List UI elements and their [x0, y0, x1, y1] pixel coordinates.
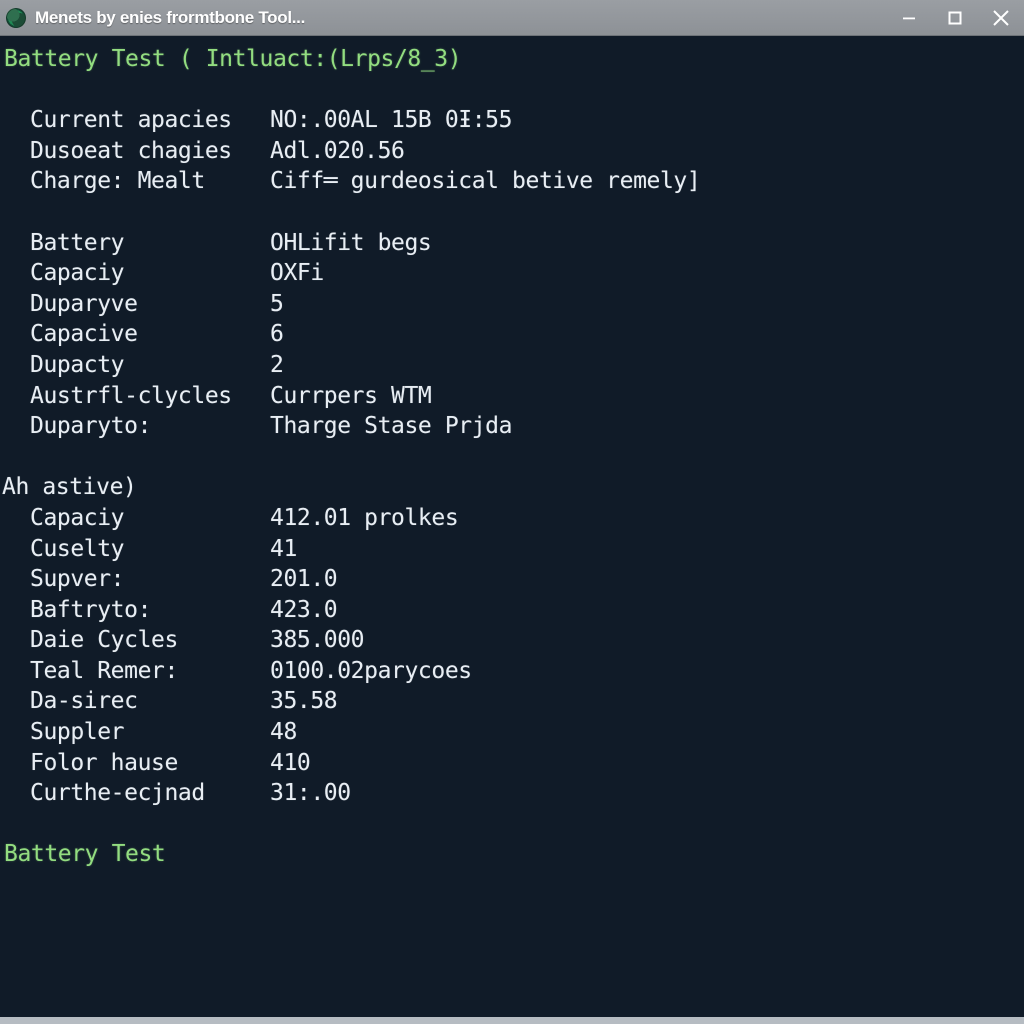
console-row: Austrfl-clycles Currpers WTM: [0, 381, 1024, 412]
row-label: Battery: [30, 229, 125, 256]
row-label: Daie Cycles: [30, 627, 178, 654]
minimize-button[interactable]: [886, 0, 932, 36]
row-value: Ciff═ gurdeosical betive remely]: [270, 168, 701, 195]
row-value: Tharge Stase Prjda: [270, 413, 513, 440]
row-label: Baftryto:: [30, 596, 152, 623]
row-value: 5: [270, 290, 284, 317]
row-label: Austrfl-clycles: [30, 382, 232, 409]
minimize-icon: [899, 8, 919, 28]
console-row: Folor hause 410: [0, 748, 1024, 779]
title-bar[interactable]: Menets by enies frormtbone Tool...: [0, 0, 1024, 36]
console-footer-text: Battery Test: [4, 841, 166, 868]
console-row: Dusoeat chagies Adl.020.56: [0, 136, 1024, 167]
console-row: Current apacies NO:.00AL 15B 0Ɨ:55: [0, 105, 1024, 136]
row-value: 31:.00: [270, 780, 351, 807]
console-row: Charge: Mealt Ciff═ gurdeosical betive r…: [0, 166, 1024, 197]
row-label: Supver:: [30, 566, 125, 593]
row-label: Current apacies: [30, 107, 232, 134]
console-row: Capaciy OXFi: [0, 258, 1024, 289]
row-label: Charge: Mealt: [30, 168, 205, 195]
row-label: Dusoeat chagies: [30, 137, 232, 164]
row-label: Curthe-ecjnad: [30, 780, 205, 807]
row-value: 6: [270, 321, 284, 348]
console-row: Cuselty 41: [0, 534, 1024, 565]
row-value: 35.58: [270, 688, 338, 715]
console-output[interactable]: Battery Test ( Intluact:(Lrps/8_3) Curre…: [0, 36, 1024, 1017]
row-value: 2: [270, 351, 284, 378]
close-icon: [989, 6, 1013, 30]
row-value: Adl.020.56: [270, 137, 405, 164]
maximize-button[interactable]: [932, 0, 978, 36]
row-label: Capaciy: [30, 260, 125, 287]
row-label: Duparyto:: [30, 413, 152, 440]
console-row: Baftryto: 423.0: [0, 595, 1024, 626]
row-label: Teal Remer:: [30, 657, 178, 684]
row-value: 0100.02parycoes: [270, 657, 472, 684]
row-label: Folor hause: [30, 749, 178, 776]
application-window: Menets by enies frormtbone Tool... Batte…: [0, 0, 1024, 1024]
row-value: 385.000: [270, 627, 365, 654]
row-label: Suppler: [30, 719, 125, 746]
console-row: Capaciy 412.01 prolkes: [0, 503, 1024, 534]
row-label: Capacive: [30, 321, 138, 348]
row-value: 412.01 prolkes: [270, 504, 459, 531]
console-footer-line: Battery Test: [0, 839, 1024, 870]
row-value: OXFi: [270, 260, 324, 287]
row-label: Dupacty: [30, 351, 125, 378]
maximize-icon: [945, 8, 965, 28]
row-label: Da-sirec: [30, 688, 138, 715]
row-label: Duparyve: [30, 290, 138, 317]
section-header-text: Aһ astive): [2, 474, 137, 501]
console-row: Daie Cycles 385.000: [0, 625, 1024, 656]
console-header-line: Battery Test ( Intluact:(Lrps/8_3): [0, 44, 1024, 75]
console-row: Dupacty 2: [0, 350, 1024, 381]
row-value: 48: [270, 719, 297, 746]
console-row: Suppler 48: [0, 717, 1024, 748]
console-row: Duparyve 5: [0, 289, 1024, 320]
console-row: Battery OHLifit begs: [0, 228, 1024, 259]
row-value: 201.0: [270, 566, 338, 593]
console-row: Teal Remer: 0100.02parycoes: [0, 656, 1024, 687]
app-globe-icon: [6, 7, 26, 28]
console-row: Da-sirec 35.58: [0, 686, 1024, 717]
row-label: Cuselty: [30, 535, 125, 562]
row-label: Capaciy: [30, 504, 125, 531]
console-row: Curthe-ecjnad 31:.00: [0, 778, 1024, 809]
console-section-header: Aһ astive): [0, 472, 1024, 503]
window-title: Menets by enies frormtbone Tool...: [35, 7, 306, 27]
console-row: Capacive 6: [0, 319, 1024, 350]
console-row: Supver: 201.0: [0, 564, 1024, 595]
window-controls: [886, 0, 1024, 35]
row-value: 410: [270, 749, 311, 776]
row-value: 41: [270, 535, 297, 562]
row-value: NO:.00AL 15B 0Ɨ:55: [270, 107, 513, 134]
row-value: Currpers WTM: [270, 382, 432, 409]
console-header-text: Battery Test ( Intluact:(Lrps/8_3): [4, 46, 462, 72]
close-button[interactable]: [978, 0, 1024, 36]
console-row: Duparyto: Tharge Stase Prjda: [0, 411, 1024, 442]
row-value: 423.0: [270, 596, 338, 623]
row-value: OHLifit begs: [270, 229, 432, 256]
